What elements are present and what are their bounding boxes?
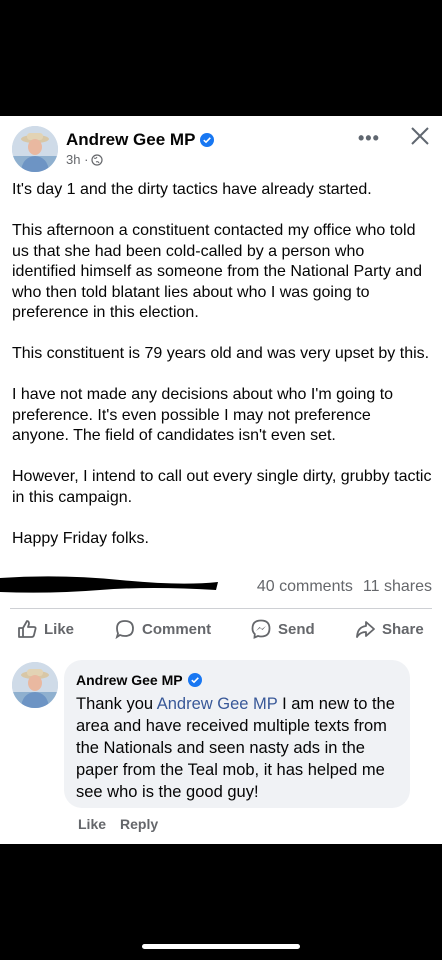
author-avatar[interactable] [12, 126, 58, 172]
verified-badge-icon [200, 133, 215, 147]
post-paragraph: I have not made any decisions about who … [12, 386, 394, 444]
post-paragraph: This constituent is 79 years old and was… [12, 345, 430, 362]
post-card: Andrew Gee MP 3h · ••• It's day 1 and th… [0, 116, 442, 844]
post-text: It's day 1 and the dirty tactics have al… [12, 180, 432, 570]
globe-icon [91, 153, 104, 166]
comment-author-name[interactable]: Andrew Gee MP [76, 672, 183, 688]
comment-like-button[interactable]: Like [78, 816, 106, 832]
comment-label: Comment [142, 620, 212, 638]
send-label: Send [278, 620, 315, 638]
profile-photo-icon [12, 662, 58, 708]
messenger-icon [251, 619, 271, 639]
thumbs-up-icon [18, 620, 37, 638]
comment-author-row: Andrew Gee MP [76, 672, 398, 688]
commenter-avatar[interactable] [12, 662, 58, 708]
divider [10, 608, 432, 609]
post-paragraph: Happy Friday folks. [12, 529, 149, 547]
more-options-icon[interactable]: ••• [358, 128, 380, 149]
post-meta: 3h · [66, 152, 104, 167]
comment-bubble: Andrew Gee MP Thank you Andrew Gee MP I … [64, 660, 410, 808]
comment-text-prefix: Thank you [76, 695, 157, 713]
post-timestamp[interactable]: 3h · [66, 152, 88, 167]
verified-badge-icon [187, 673, 202, 687]
share-label: Share [382, 620, 424, 638]
comment-mention[interactable]: Andrew Gee MP [157, 695, 278, 713]
comment-button[interactable]: Comment [114, 618, 211, 640]
home-indicator[interactable] [142, 944, 300, 949]
like-label: Like [44, 620, 75, 638]
author-name[interactable]: Andrew Gee MP [66, 130, 195, 150]
author-row: Andrew Gee MP [66, 130, 215, 150]
post-paragraph: It's day 1 and the dirty tactics have al… [12, 181, 372, 198]
redaction-scribble [0, 576, 218, 593]
post-paragraph: However, I intend to call out every sing… [12, 468, 432, 506]
comment-bubble-icon [115, 620, 134, 640]
action-bar: Like Comment Send Share [0, 612, 442, 648]
send-button[interactable]: Send [250, 618, 315, 640]
comments-count[interactable]: 40 comments [257, 578, 353, 596]
profile-photo-icon [12, 126, 58, 172]
engagement-stats: 40 comments 11 shares [257, 578, 432, 596]
like-button[interactable]: Like [16, 618, 74, 640]
post-paragraph: This afternoon a constituent contacted m… [12, 222, 422, 321]
comment-reply-button[interactable]: Reply [120, 816, 158, 832]
close-icon[interactable] [408, 124, 432, 148]
share-button[interactable]: Share [354, 618, 424, 640]
comment-actions: Like Reply [78, 816, 158, 832]
shares-count[interactable]: 11 shares [363, 578, 432, 596]
share-arrow-icon [356, 621, 375, 638]
comment-text: Thank you Andrew Gee MP I am new to the … [76, 693, 398, 803]
